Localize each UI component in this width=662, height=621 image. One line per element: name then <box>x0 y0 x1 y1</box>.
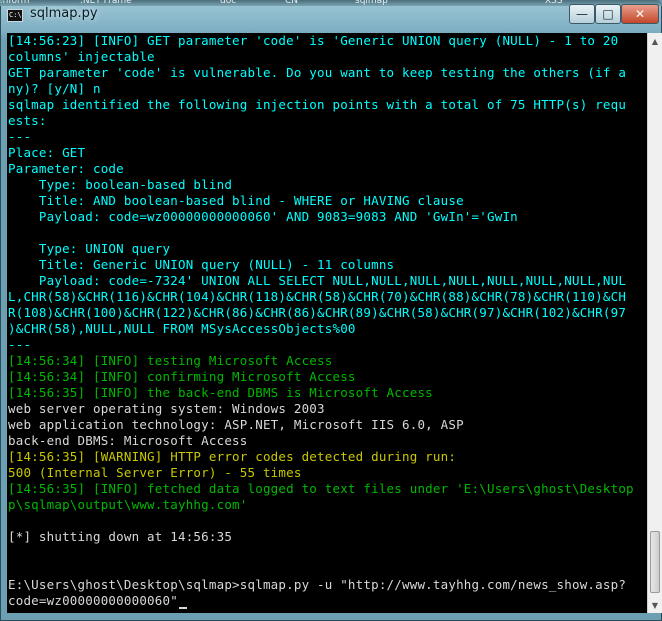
console-line: back-end DBMS: Microsoft Access <box>8 433 248 448</box>
console-line: Parameter: code <box>8 161 124 176</box>
console-line: 500 (Internal Server Error) - 55 times <box>8 465 302 480</box>
console-line: Title: AND boolean-based blind - WHERE o… <box>8 193 464 208</box>
console-app-icon: C:\ <box>7 9 23 22</box>
scrollbar-thumb[interactable] <box>650 531 660 593</box>
console-app-icon-label: C:\ <box>9 11 22 19</box>
console-line: web server operating system: Windows 200… <box>8 401 325 416</box>
console-line: Place: GET <box>8 145 86 160</box>
console-line: R(108)&CHR(100)&CHR(122)&CHR(86)&CHR(86)… <box>8 305 627 320</box>
window-title: sqlmap.py <box>30 6 98 21</box>
close-icon: ✕ <box>634 7 646 21</box>
console-line: [14:56:35] [INFO] fetched data logged to… <box>8 481 634 496</box>
scroll-up-button[interactable]: ▲ <box>648 33 662 49</box>
console-line: columns' injectable <box>8 49 155 64</box>
minimize-button[interactable]: — <box>569 4 595 24</box>
console-line: ests: <box>8 113 47 128</box>
console-window: Inform .NET Frame doc CN sqlmap XSS C:\ sqlma… <box>0 0 662 621</box>
maximize-icon: □ <box>602 7 614 21</box>
console-line: GET parameter 'code' is vulnerable. Do y… <box>8 65 627 80</box>
console-output[interactable]: [14:56:23] [INFO] GET parameter 'code' i… <box>7 33 647 613</box>
console-line: Type: boolean-based blind <box>8 177 233 192</box>
chevron-down-icon: ▼ <box>651 600 659 610</box>
console-line: [*] shutting down at 14:56:35 <box>8 529 233 544</box>
console-line: E:\Users\ghost\Desktop\sqlmap>sqlmap.py … <box>8 577 627 592</box>
maximize-button[interactable]: □ <box>595 4 621 24</box>
console-line: [14:56:34] [INFO] confirming Microsoft A… <box>8 369 356 384</box>
console-line: sqlmap identified the following injectio… <box>8 97 627 112</box>
scroll-down-button[interactable]: ▼ <box>648 597 662 613</box>
vertical-scrollbar[interactable]: ▲ ▼ <box>647 33 662 613</box>
chevron-up-icon: ▲ <box>651 36 659 46</box>
minimize-icon: — <box>576 7 588 21</box>
console-line: Type: UNION query <box>8 241 171 256</box>
close-button[interactable]: ✕ <box>621 4 659 24</box>
console-line: Payload: code=wz00000000000060' AND 9083… <box>8 209 518 224</box>
console-line: L,CHR(58)&CHR(116)&CHR(104)&CHR(118)&CHR… <box>8 289 627 304</box>
console-line: p\sqlmap\output\www.tayhhg.com' <box>8 497 248 512</box>
console-line: code=wz00000000000060" <box>7 593 647 609</box>
title-bar[interactable]: C:\ sqlmap.py — □ ✕ <box>0 0 662 30</box>
console-line: ny)? [y/N] n <box>8 81 101 96</box>
console-line: web application technology: ASP.NET, Mic… <box>8 417 464 432</box>
console-line: )&CHR(58),NULL,NULL FROM MSysAccessObjec… <box>8 321 356 336</box>
console-line: Payload: code=-7324' UNION ALL SELECT NU… <box>8 273 627 288</box>
console-line: --- <box>8 337 32 352</box>
console-line: [14:56:35] [INFO] the back-end DBMS is M… <box>8 385 433 400</box>
console-line: [14:56:23] [INFO] GET parameter 'code' i… <box>8 33 619 48</box>
console-line: [14:56:35] [WARNING] HTTP error codes de… <box>8 449 457 464</box>
console-line: --- <box>8 129 32 144</box>
text-cursor <box>178 607 187 609</box>
console-line: Title: Generic UNION query (NULL) - 11 c… <box>8 257 395 272</box>
console-line: [14:56:34] [INFO] testing Microsoft Acce… <box>8 353 333 368</box>
